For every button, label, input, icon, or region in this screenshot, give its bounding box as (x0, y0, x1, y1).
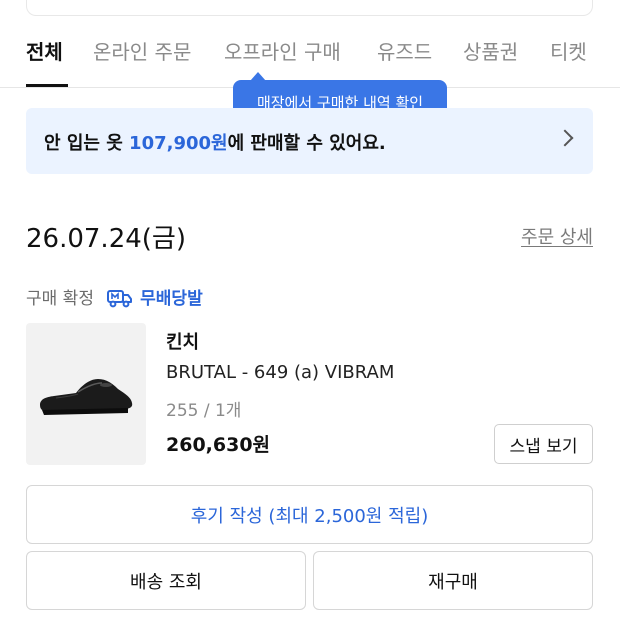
product-name[interactable]: BRUTAL - 649 (a) VIBRAM (166, 362, 394, 383)
rebuy-button[interactable]: 재구매 (313, 551, 593, 610)
product-option: 255 / 1개 (166, 401, 242, 421)
tab-online-order[interactable]: 온라인 주문 (93, 36, 191, 65)
order-status: 구매 확정 (26, 289, 94, 309)
banner-suffix: 에 판매할 수 있어요. (227, 133, 386, 154)
black-derby-shoe-image (40, 379, 133, 415)
tab-offline-purchase[interactable]: 오프라인 구매 (224, 36, 341, 65)
banner-prefix: 안 입는 옷 (44, 133, 130, 154)
free-delivery-badge: 무배당발 (140, 289, 203, 309)
product-brand[interactable]: 킨치 (166, 328, 199, 354)
tab-used[interactable]: 유즈드 (377, 36, 432, 65)
product-price: 260,630원 (166, 434, 271, 456)
banner-amount: 107,900원 (129, 133, 228, 154)
write-review-button[interactable]: 후기 작성 (최대 2,500원 적립) (26, 485, 593, 544)
truck-icon (107, 290, 133, 308)
banner-text: 안 입는 옷 107,900원에 판매할 수 있어요. (44, 129, 386, 155)
product-thumbnail[interactable] (26, 323, 146, 465)
tab-gift-card[interactable]: 상품권 (463, 36, 518, 65)
track-shipping-button[interactable]: 배송 조회 (26, 551, 306, 610)
active-tab-indicator (26, 84, 68, 87)
order-status-row: 구매 확정 무배당발 (26, 284, 203, 309)
tab-all[interactable]: 전체 (26, 36, 63, 65)
view-snap-button[interactable]: 스냅 보기 (494, 424, 593, 464)
chevron-right-icon (556, 129, 574, 147)
order-detail-link[interactable]: 주문 상세 (521, 223, 593, 249)
order-date: 26.07.24(금) (26, 224, 186, 254)
tab-ticket[interactable]: 티켓 (550, 36, 587, 65)
order-filter-tabs: 전체 온라인 주문 오프라인 구매 유즈드 상품권 티켓 (0, 0, 620, 88)
resell-banner[interactable]: 안 입는 옷 107,900원에 판매할 수 있어요. (26, 108, 593, 174)
